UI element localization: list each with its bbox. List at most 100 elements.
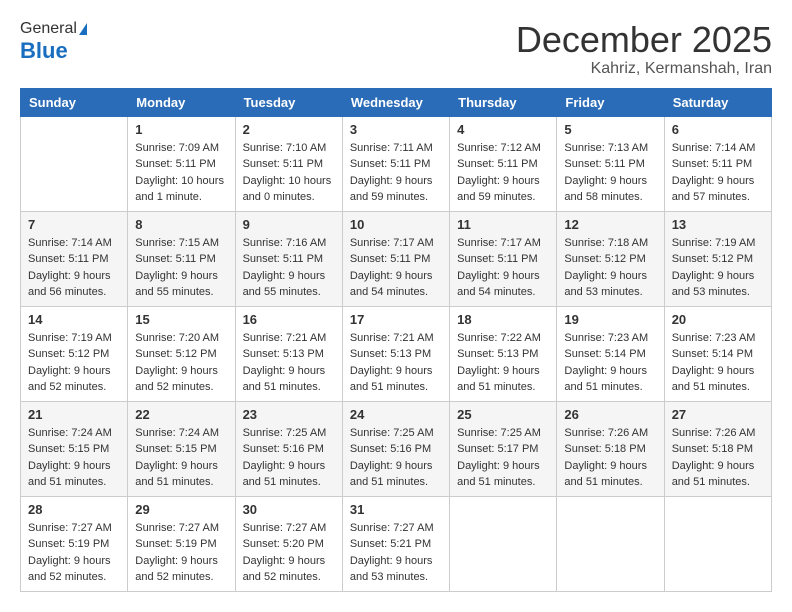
day-number: 2 <box>243 122 335 137</box>
day-number: 28 <box>28 502 120 517</box>
calendar-cell: 29 Sunrise: 7:27 AMSunset: 5:19 PMDayligh… <box>128 496 235 591</box>
day-info: Sunrise: 7:14 AMSunset: 5:11 PMDaylight:… <box>672 140 764 206</box>
day-info: Sunrise: 7:23 AMSunset: 5:14 PMDaylight:… <box>564 330 656 396</box>
day-info: Sunrise: 7:24 AMSunset: 5:15 PMDaylight:… <box>135 425 227 491</box>
day-info: Sunrise: 7:25 AMSunset: 5:17 PMDaylight:… <box>457 425 549 491</box>
calendar-week-3: 14Sunrise: 7:19 AMSunset: 5:12 PMDayligh… <box>21 306 772 401</box>
calendar-cell: 4Sunrise: 7:12 AMSunset: 5:11 PMDaylight… <box>450 116 557 211</box>
calendar-cell: 31 Sunrise: 7:27 AMSunset: 5:21 PMDayligh… <box>342 496 449 591</box>
calendar-cell: 27Sunrise: 7:26 AMSunset: 5:18 PMDayligh… <box>664 401 771 496</box>
calendar-cell <box>664 496 771 591</box>
day-number: 6 <box>672 122 764 137</box>
day-info: Sunrise: 7:18 AMSunset: 5:12 PMDaylight:… <box>564 235 656 301</box>
calendar-week-1: 1 Sunrise: 7:09 AMSunset: 5:11 PMDaylight… <box>21 116 772 211</box>
day-info: Sunrise: 7:21 AMSunset: 5:13 PMDaylight:… <box>350 330 442 396</box>
calendar-cell: 19Sunrise: 7:23 AMSunset: 5:14 PMDayligh… <box>557 306 664 401</box>
day-info: Sunrise: 7:11 AMSunset: 5:11 PMDaylight:… <box>350 140 442 206</box>
calendar-cell: 7 Sunrise: 7:14 AMSunset: 5:11 PMDaylight… <box>21 211 128 306</box>
calendar-cell: 6 Sunrise: 7:14 AMSunset: 5:11 PMDaylight… <box>664 116 771 211</box>
day-number: 29 <box>135 502 227 517</box>
calendar-cell: 2 Sunrise: 7:10 AMSunset: 5:11 PMDaylight… <box>235 116 342 211</box>
calendar-cell: 23 Sunrise: 7:25 AMSunset: 5:16 PMDayligh… <box>235 401 342 496</box>
calendar-cell: 15 Sunrise: 7:20 AMSunset: 5:12 PMDayligh… <box>128 306 235 401</box>
weekday-header-row: SundayMondayTuesdayWednesdayThursdayFrid… <box>21 88 772 116</box>
day-number: 9 <box>243 217 335 232</box>
calendar-cell: 30Sunrise: 7:27 AMSunset: 5:20 PMDayligh… <box>235 496 342 591</box>
day-number: 30 <box>243 502 335 517</box>
weekday-header-friday: Friday <box>557 88 664 116</box>
day-info: Sunrise: 7:20 AMSunset: 5:12 PMDaylight:… <box>135 330 227 396</box>
calendar-cell: 16Sunrise: 7:21 AMSunset: 5:13 PMDayligh… <box>235 306 342 401</box>
calendar-cell: 26 Sunrise: 7:26 AMSunset: 5:18 PMDayligh… <box>557 401 664 496</box>
day-number: 17 <box>350 312 442 327</box>
calendar-cell: 3Sunrise: 7:11 AMSunset: 5:11 PMDaylight… <box>342 116 449 211</box>
day-number: 7 <box>28 217 120 232</box>
day-number: 20 <box>672 312 764 327</box>
calendar-cell: 11Sunrise: 7:17 AMSunset: 5:11 PMDayligh… <box>450 211 557 306</box>
day-number: 31 <box>350 502 442 517</box>
day-number: 12 <box>564 217 656 232</box>
weekday-header-monday: Monday <box>128 88 235 116</box>
day-number: 16 <box>243 312 335 327</box>
calendar-cell: 17 Sunrise: 7:21 AMSunset: 5:13 PMDayligh… <box>342 306 449 401</box>
calendar-cell: 9 Sunrise: 7:16 AMSunset: 5:11 PMDaylight… <box>235 211 342 306</box>
day-info: Sunrise: 7:23 AMSunset: 5:14 PMDaylight:… <box>672 330 764 396</box>
day-number: 1 <box>135 122 227 137</box>
calendar-cell: 25Sunrise: 7:25 AMSunset: 5:17 PMDayligh… <box>450 401 557 496</box>
day-info: Sunrise: 7:26 AMSunset: 5:18 PMDaylight:… <box>564 425 656 491</box>
day-info: Sunrise: 7:27 AMSunset: 5:19 PMDaylight:… <box>28 520 120 586</box>
calendar-week-4: 21 Sunrise: 7:24 AMSunset: 5:15 PMDayligh… <box>21 401 772 496</box>
calendar-week-2: 7 Sunrise: 7:14 AMSunset: 5:11 PMDaylight… <box>21 211 772 306</box>
day-info: Sunrise: 7:16 AMSunset: 5:11 PMDaylight:… <box>243 235 335 301</box>
calendar-cell: 28 Sunrise: 7:27 AMSunset: 5:19 PMDayligh… <box>21 496 128 591</box>
logo: General Blue <box>20 20 87 64</box>
day-info: Sunrise: 7:25 AMSunset: 5:16 PMDaylight:… <box>243 425 335 491</box>
day-info: Sunrise: 7:22 AMSunset: 5:13 PMDaylight:… <box>457 330 549 396</box>
logo-blue-text: Blue <box>20 38 68 64</box>
calendar-cell <box>557 496 664 591</box>
day-info: Sunrise: 7:17 AMSunset: 5:11 PMDaylight:… <box>350 235 442 301</box>
weekday-header-saturday: Saturday <box>664 88 771 116</box>
calendar-cell: 24 Sunrise: 7:25 AMSunset: 5:16 PMDayligh… <box>342 401 449 496</box>
day-info: Sunrise: 7:25 AMSunset: 5:16 PMDaylight:… <box>350 425 442 491</box>
day-number: 24 <box>350 407 442 422</box>
day-info: Sunrise: 7:09 AMSunset: 5:11 PMDaylight:… <box>135 140 227 206</box>
day-number: 18 <box>457 312 549 327</box>
day-number: 23 <box>243 407 335 422</box>
day-number: 22 <box>135 407 227 422</box>
day-number: 11 <box>457 217 549 232</box>
location-title: Kahriz, Kermanshah, Iran <box>516 60 772 78</box>
day-number: 10 <box>350 217 442 232</box>
calendar-week-5: 28 Sunrise: 7:27 AMSunset: 5:19 PMDayligh… <box>21 496 772 591</box>
calendar-cell: 10 Sunrise: 7:17 AMSunset: 5:11 PMDayligh… <box>342 211 449 306</box>
day-number: 5 <box>564 122 656 137</box>
day-info: Sunrise: 7:19 AMSunset: 5:12 PMDaylight:… <box>672 235 764 301</box>
title-area: December 2025 Kahriz, Kermanshah, Iran <box>516 20 772 78</box>
calendar-cell: 12 Sunrise: 7:18 AMSunset: 5:12 PMDayligh… <box>557 211 664 306</box>
day-info: Sunrise: 7:24 AMSunset: 5:15 PMDaylight:… <box>28 425 120 491</box>
day-info: Sunrise: 7:27 AMSunset: 5:19 PMDaylight:… <box>135 520 227 586</box>
day-number: 21 <box>28 407 120 422</box>
day-number: 13 <box>672 217 764 232</box>
day-number: 26 <box>564 407 656 422</box>
day-number: 15 <box>135 312 227 327</box>
calendar-cell: 8Sunrise: 7:15 AMSunset: 5:11 PMDaylight… <box>128 211 235 306</box>
month-title: December 2025 <box>516 20 772 60</box>
logo-icon <box>79 23 87 35</box>
calendar-cell: 13 Sunrise: 7:19 AMSunset: 5:12 PMDayligh… <box>664 211 771 306</box>
day-info: Sunrise: 7:15 AMSunset: 5:11 PMDaylight:… <box>135 235 227 301</box>
calendar-cell: 5 Sunrise: 7:13 AMSunset: 5:11 PMDaylight… <box>557 116 664 211</box>
day-info: Sunrise: 7:26 AMSunset: 5:18 PMDaylight:… <box>672 425 764 491</box>
weekday-header-tuesday: Tuesday <box>235 88 342 116</box>
weekday-header-sunday: Sunday <box>21 88 128 116</box>
calendar-cell <box>21 116 128 211</box>
day-info: Sunrise: 7:27 AMSunset: 5:21 PMDaylight:… <box>350 520 442 586</box>
calendar-cell: 20 Sunrise: 7:23 AMSunset: 5:14 PMDayligh… <box>664 306 771 401</box>
calendar-cell: 22 Sunrise: 7:24 AMSunset: 5:15 PMDayligh… <box>128 401 235 496</box>
day-info: Sunrise: 7:10 AMSunset: 5:11 PMDaylight:… <box>243 140 335 206</box>
calendar-cell: 14Sunrise: 7:19 AMSunset: 5:12 PMDayligh… <box>21 306 128 401</box>
day-number: 4 <box>457 122 549 137</box>
day-info: Sunrise: 7:14 AMSunset: 5:11 PMDaylight:… <box>28 235 120 301</box>
weekday-header-wednesday: Wednesday <box>342 88 449 116</box>
day-info: Sunrise: 7:13 AMSunset: 5:11 PMDaylight:… <box>564 140 656 206</box>
